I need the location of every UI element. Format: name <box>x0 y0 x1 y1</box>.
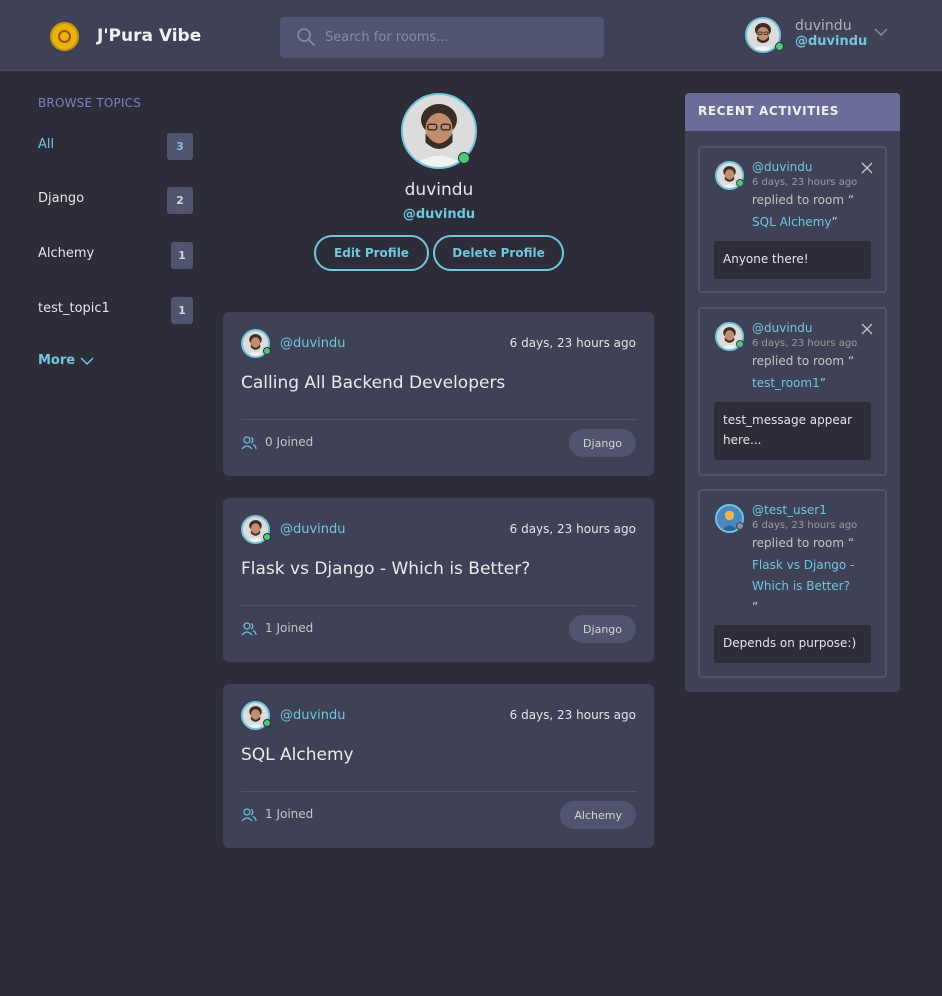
activity-card: @duvindu 6 days, 23 hours ago replied to… <box>698 307 887 476</box>
activity-message: test_message appear here... <box>714 402 871 460</box>
room-joined-count: 0 Joined <box>265 435 314 449</box>
activity-user-link[interactable]: @duvindu <box>752 160 813 174</box>
users-icon <box>241 436 257 450</box>
topic-label: Alchemy <box>38 246 95 261</box>
university-logo[interactable] <box>50 22 79 51</box>
activity-message: Depends on purpose:) <box>714 625 871 663</box>
chevron-down-icon[interactable] <box>80 356 94 366</box>
recent-activities-panel: RECENT ACTIVITIES @duvindu 6 days, 23 ho… <box>685 93 900 692</box>
room-author-link[interactable]: @duvindu <box>280 522 346 537</box>
activity-action-text: replied to room “ <box>752 536 855 550</box>
activity-card: @duvindu 6 days, 23 hours ago replied to… <box>698 146 887 293</box>
recent-activities-title: RECENT ACTIVITIES <box>698 104 840 118</box>
activity-quote-close: ” <box>819 376 826 390</box>
topic-count-badge: 3 <box>167 133 193 160</box>
activity-room-wrapper: test_room1” <box>752 373 872 394</box>
activity-user-link[interactable]: @test_user1 <box>752 503 827 517</box>
topic-count-badge: 2 <box>167 187 193 214</box>
room-divider <box>241 791 636 792</box>
topic-item-test-topic1[interactable]: test_topic1 1 <box>38 297 193 324</box>
users-icon <box>241 808 257 822</box>
activity-message: Anyone there! <box>714 241 871 279</box>
activity-card: @test_user1 6 days, 23 hours ago replied… <box>698 489 887 678</box>
online-status-dot <box>736 179 744 187</box>
logo-emblem <box>58 30 71 43</box>
room-joined-count: 1 Joined <box>265 807 314 821</box>
profile-name: duvindu <box>404 180 474 200</box>
room-divider <box>241 419 636 420</box>
recent-activities-header: RECENT ACTIVITIES <box>685 93 900 131</box>
close-icon[interactable] <box>861 162 873 174</box>
room-timestamp: 6 days, 23 hours ago <box>509 708 636 722</box>
profile-handle: @duvindu <box>402 207 476 222</box>
activity-timestamp: 6 days, 23 hours ago <box>752 177 858 188</box>
topic-count-badge: 1 <box>171 297 193 324</box>
activity-room-wrapper: SQL Alchemy” <box>752 212 872 233</box>
activity-quote-close: ” <box>831 215 838 229</box>
activity-timestamp: 6 days, 23 hours ago <box>752 338 858 349</box>
room-author-link[interactable]: @duvindu <box>280 708 346 723</box>
activity-room-link[interactable]: SQL Alchemy <box>752 215 831 229</box>
search-input[interactable] <box>325 17 595 58</box>
header-user-name[interactable]: duvindu <box>795 18 852 34</box>
users-icon <box>241 622 257 636</box>
activity-room-wrapper: Flask vs Django - Which is Better? ” <box>752 555 872 618</box>
header-user-handle[interactable]: @duvindu <box>795 34 867 49</box>
online-status-dot <box>736 340 744 348</box>
activity-room-link[interactable]: test_room1 <box>752 376 820 390</box>
room-title-link[interactable]: Flask vs Django - Which is Better? <box>241 559 530 579</box>
browse-topics-title: BROWSE TOPICS <box>38 96 142 110</box>
activity-quote-close: ” <box>752 600 759 614</box>
activity-user-link[interactable]: @duvindu <box>752 321 813 335</box>
search-bar[interactable] <box>280 17 604 58</box>
activity-action-text: replied to room “ <box>752 193 855 207</box>
online-status-dot <box>263 347 271 355</box>
topic-label: Django <box>38 191 85 206</box>
online-status-dot <box>458 152 470 164</box>
activity-action-text: replied to room “ <box>752 354 855 368</box>
topic-label: All <box>38 137 55 152</box>
online-status-dot <box>263 533 271 541</box>
online-status-dot <box>263 719 271 727</box>
topic-label: test_topic1 <box>38 301 110 316</box>
edit-profile-button[interactable]: Edit Profile <box>314 235 429 271</box>
topic-item-alchemy[interactable]: Alchemy 1 <box>38 242 193 269</box>
room-card[interactable]: @duvindu 6 days, 23 hours ago Flask vs D… <box>223 498 654 662</box>
room-timestamp: 6 days, 23 hours ago <box>509 336 636 350</box>
room-card[interactable]: @duvindu 6 days, 23 hours ago Calling Al… <box>223 312 654 476</box>
activity-timestamp: 6 days, 23 hours ago <box>752 520 858 531</box>
topic-item-all[interactable]: All 3 <box>38 133 193 160</box>
chevron-down-icon[interactable] <box>873 26 889 38</box>
room-timestamp: 6 days, 23 hours ago <box>509 522 636 536</box>
room-author-link[interactable]: @duvindu <box>280 336 346 351</box>
room-divider <box>241 605 636 606</box>
room-title-link[interactable]: SQL Alchemy <box>241 745 354 765</box>
topic-item-django[interactable]: Django 2 <box>38 187 193 214</box>
room-topic-tag[interactable]: Django <box>569 429 636 457</box>
brand-name[interactable]: J'Pura Vibe <box>97 26 201 46</box>
topic-count-badge: 1 <box>171 242 193 269</box>
room-title-link[interactable]: Calling All Backend Developers <box>241 373 505 393</box>
room-topic-tag[interactable]: Alchemy <box>560 801 636 829</box>
search-icon <box>297 28 315 46</box>
delete-profile-button[interactable]: Delete Profile <box>433 235 564 271</box>
room-card[interactable]: @duvindu 6 days, 23 hours ago SQL Alchem… <box>223 684 654 848</box>
top-navbar: J'Pura Vibe duvindu @duvindu <box>0 0 942 71</box>
activity-room-link[interactable]: Flask vs Django - Which is Better? <box>752 558 854 593</box>
room-joined-count: 1 Joined <box>265 621 314 635</box>
offline-status-dot <box>736 522 744 530</box>
close-icon[interactable] <box>861 323 873 335</box>
room-topic-tag[interactable]: Django <box>569 615 636 643</box>
online-status-dot <box>775 42 784 51</box>
more-topics-link[interactable]: More <box>38 353 75 368</box>
